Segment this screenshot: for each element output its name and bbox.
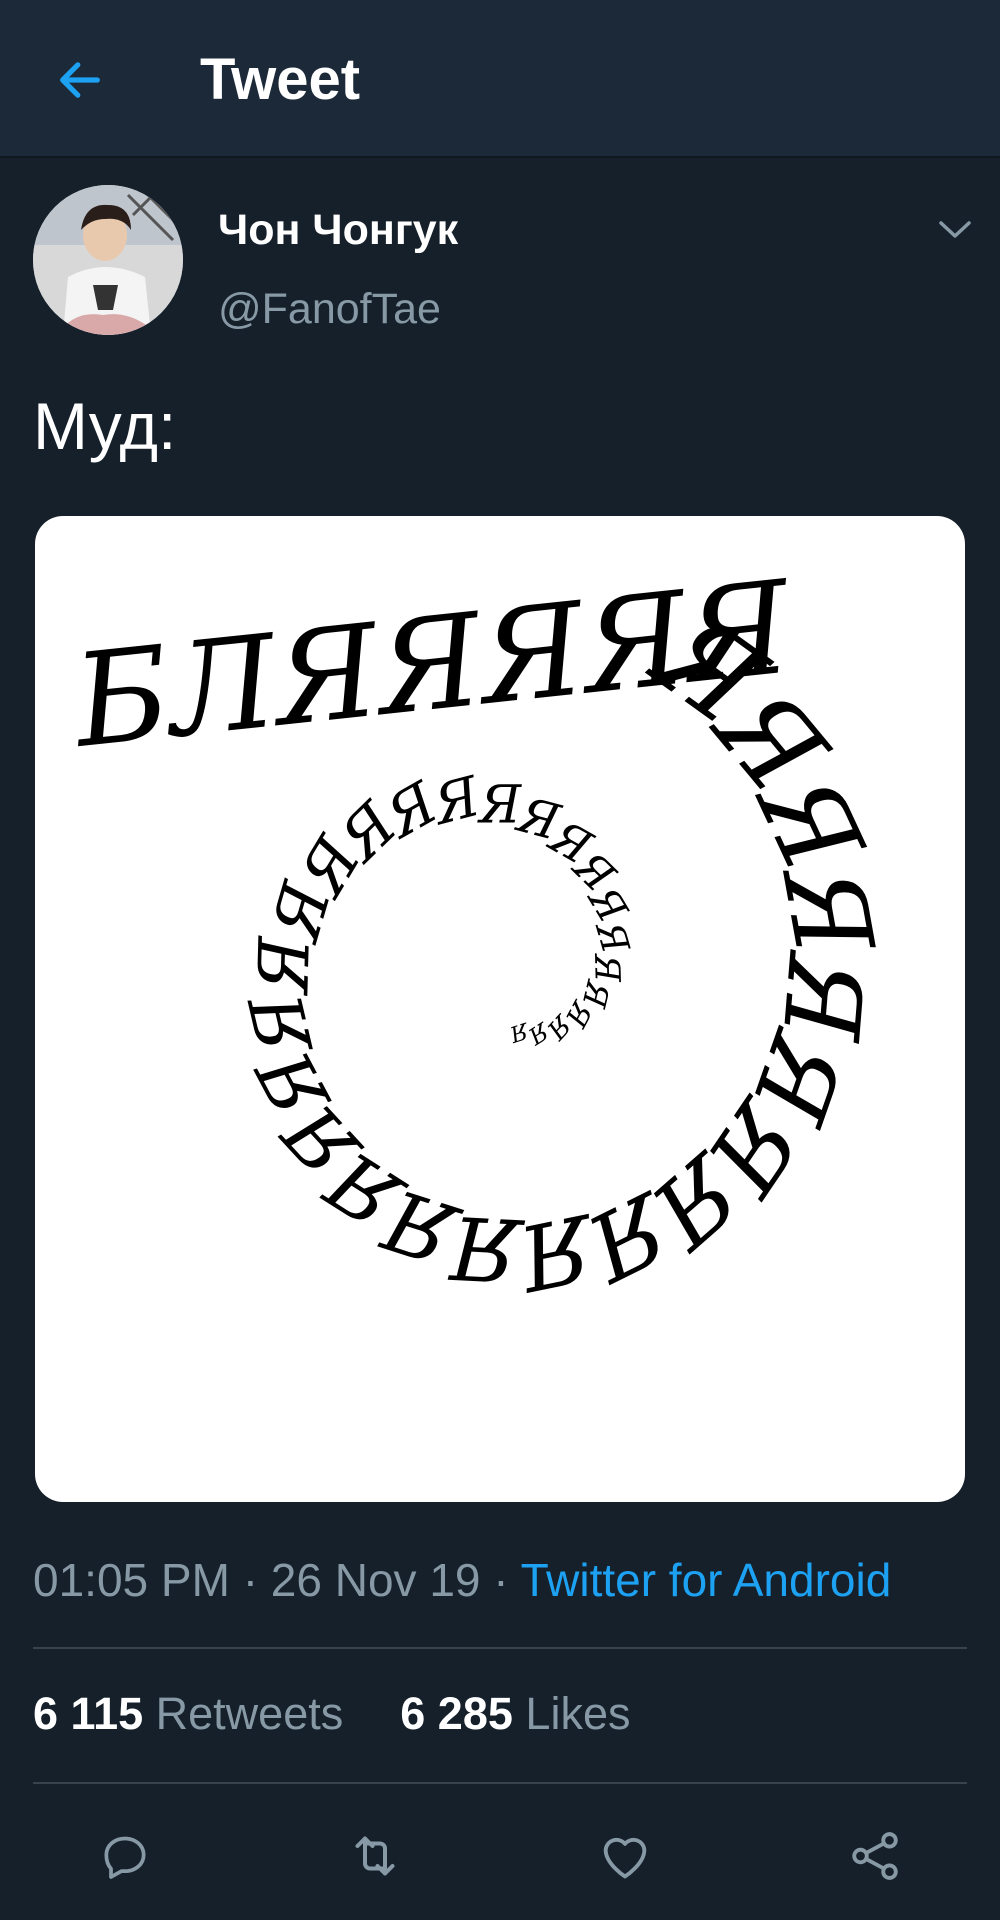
reply-icon (104, 1836, 146, 1879)
retweet-icon (355, 1836, 395, 1876)
top-bar: Tweet (0, 0, 1000, 158)
action-bar (0, 1800, 1000, 1910)
tweet-stats: 6 115 Retweets 6 285 Likes (33, 1688, 630, 1740)
tweet-meta: 01:05 PM · 26 Nov 19 · Twitter for Andro… (33, 1553, 891, 1607)
tweet-date: 26 Nov 19 (270, 1554, 481, 1606)
retweets-count: 6 115 (33, 1688, 144, 1739)
tweet-image[interactable]: БЛЯЯЯЯЯ ЯЯЯЯЯЯЯЯЯЯЯЯЯЯЯЯЯЯЯЯЯЯЯЯЯЯЯЯЯЯЯЯ… (35, 516, 965, 1502)
display-name[interactable]: Чон Чонгук (218, 206, 458, 255)
spiral-letter: Я (477, 775, 522, 835)
divider (33, 1782, 967, 1784)
chevron-down-icon (939, 221, 971, 238)
avatar[interactable] (33, 185, 183, 335)
likes-label: Likes (525, 1688, 631, 1739)
retweet-button[interactable] (335, 1816, 415, 1896)
spiral-drawing: БЛЯЯЯЯЯ ЯЯЯЯЯЯЯЯЯЯЯЯЯЯЯЯЯЯЯЯЯЯЯЯЯЯЯЯЯЯЯЯ… (66, 553, 896, 1309)
meta-separator: · (242, 1554, 271, 1606)
tweet-source-link[interactable]: Twitter for Android (521, 1554, 892, 1606)
avatar-photo (33, 185, 183, 335)
share-icon (852, 1832, 898, 1880)
tweet-menu-button[interactable] (925, 205, 985, 255)
divider (33, 1647, 967, 1649)
reply-button[interactable] (85, 1816, 165, 1896)
retweets-stat[interactable]: 6 115 Retweets (33, 1688, 343, 1740)
share-button[interactable] (835, 1816, 915, 1896)
heart-icon (603, 1837, 647, 1879)
retweets-label: Retweets (155, 1688, 344, 1739)
tweet-text: Муд: (33, 389, 177, 463)
tweet-time: 01:05 PM (33, 1554, 230, 1606)
page-title: Tweet (200, 47, 361, 112)
back-button[interactable] (40, 40, 120, 120)
meta-separator: · (493, 1554, 521, 1606)
user-handle[interactable]: @FanofTae (218, 285, 441, 334)
likes-count: 6 285 (400, 1688, 513, 1739)
spiral-letter: Я (505, 1017, 532, 1047)
arrow-left-icon (60, 62, 100, 98)
likes-stat[interactable]: 6 285 Likes (400, 1688, 630, 1740)
like-button[interactable] (585, 1816, 665, 1896)
spiral-letter: Я (586, 952, 627, 984)
